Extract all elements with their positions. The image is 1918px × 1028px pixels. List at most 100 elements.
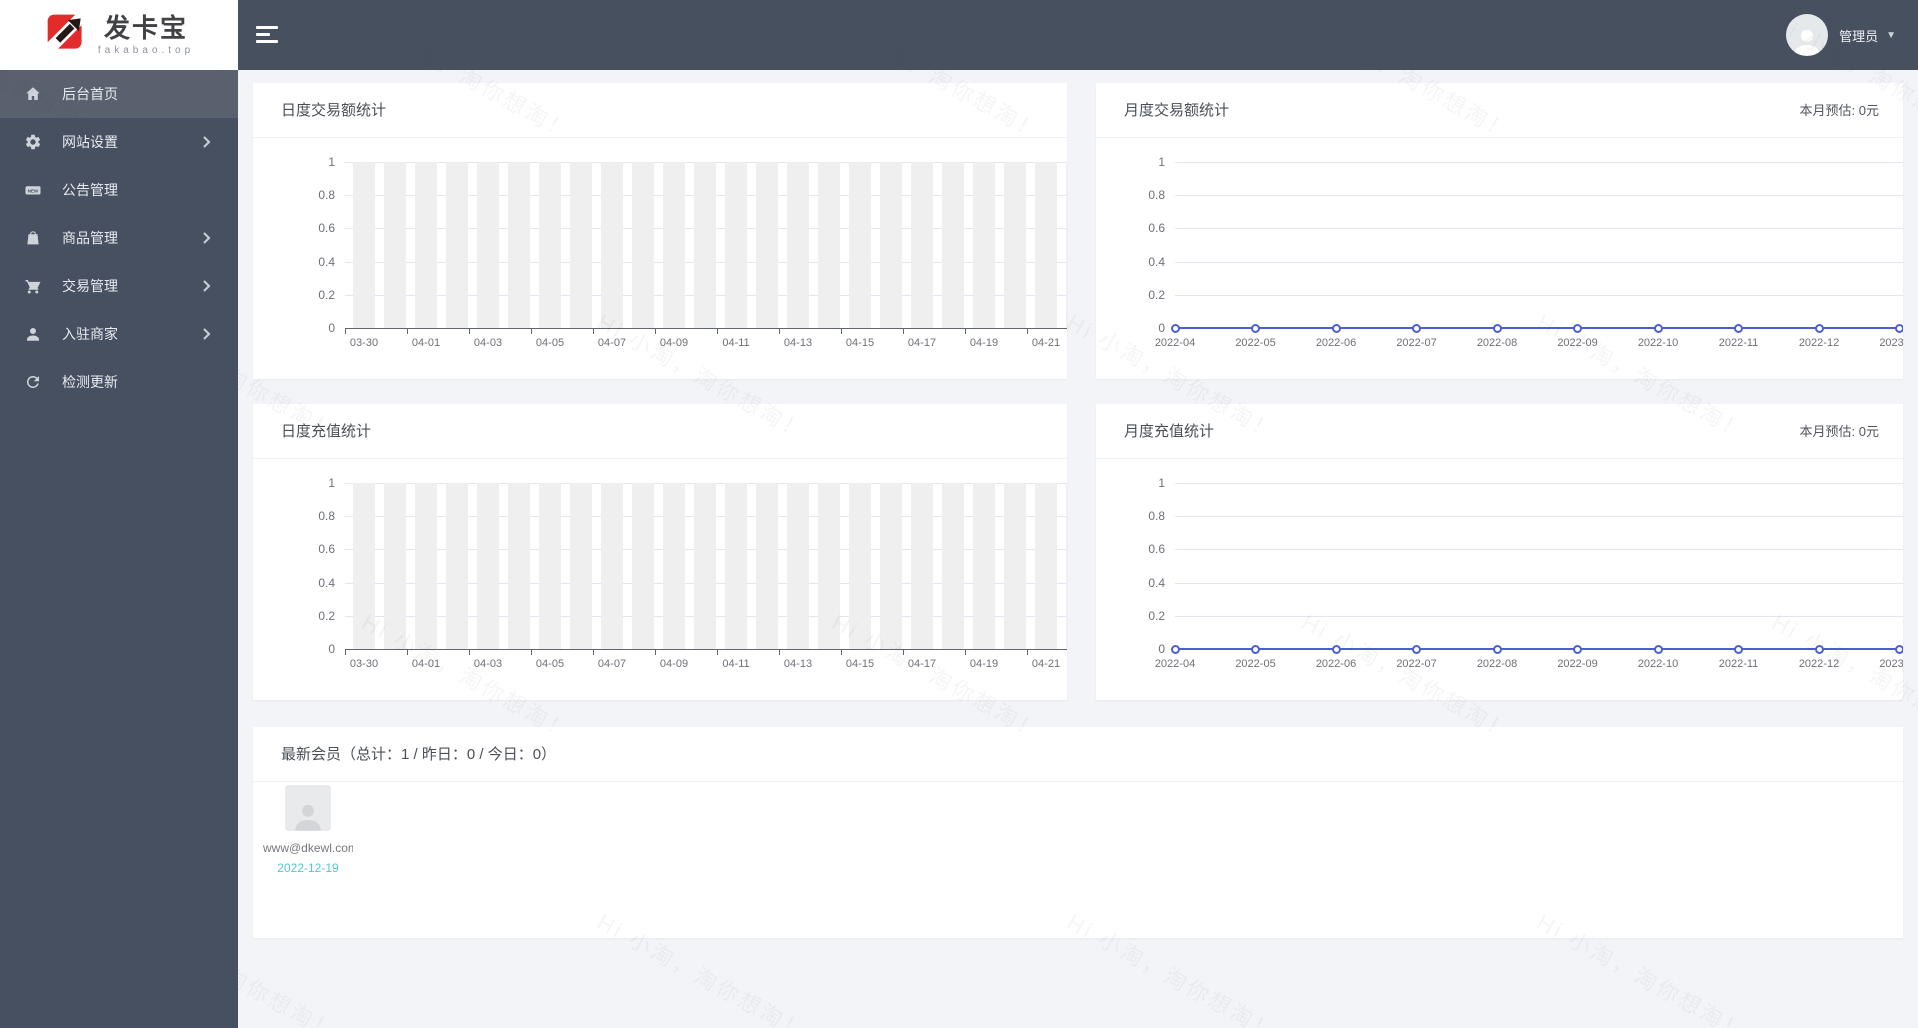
x-axis-label: 03-30 xyxy=(349,658,379,670)
x-axis-label: 04-11 xyxy=(722,337,750,349)
y-axis-label: 1 xyxy=(328,155,335,169)
x-axis-tick xyxy=(965,650,966,655)
y-axis-label: 0 xyxy=(328,642,335,656)
x-axis-label: 04-19 xyxy=(969,337,999,349)
data-point-marker xyxy=(1170,323,1180,333)
y-axis-label: 0.8 xyxy=(318,509,335,524)
new-badge-icon: NEW xyxy=(24,181,42,199)
user-menu[interactable]: 管理员 ▼ xyxy=(1786,0,1896,70)
x-axis-label: 2022-11 xyxy=(1718,337,1759,349)
x-axis-label: 04-15 xyxy=(845,337,875,349)
category-stripe xyxy=(942,162,964,328)
y-axis-label: 0.2 xyxy=(318,608,335,623)
y-axis-label: 0 xyxy=(1158,321,1165,335)
x-axis-tick xyxy=(345,329,346,334)
x-axis-tick xyxy=(655,329,656,334)
x-axis-tick xyxy=(345,650,346,655)
x-axis-tick xyxy=(593,650,594,655)
sidebar-item-0[interactable]: 后台首页 xyxy=(0,70,238,118)
x-axis-label: 04-13 xyxy=(783,337,813,349)
x-axis-label: 04-07 xyxy=(597,337,627,349)
user-name-label: 管理员 xyxy=(1839,28,1879,44)
x-axis-label: 2022-04 xyxy=(1154,658,1196,670)
data-point-marker xyxy=(1573,644,1582,654)
y-axis-label: 0.4 xyxy=(1148,575,1165,590)
grid-line xyxy=(1175,162,1903,163)
grid-line xyxy=(1175,228,1903,230)
category-stripe xyxy=(756,483,778,649)
y-axis-label: 0.6 xyxy=(318,221,335,236)
category-stripe xyxy=(911,483,933,649)
x-axis-tick xyxy=(717,650,718,655)
category-stripe xyxy=(508,483,530,649)
x-axis-label: 2022-07 xyxy=(1396,337,1437,349)
panel-monthly-trade: 月度交易额统计 本月预估: 0元 0 0.2 0.4 0.6 0.8 1 2022-04 20… xyxy=(1096,83,1903,379)
sidebar-item-3[interactable]: 商品管理 xyxy=(0,214,238,262)
line-series xyxy=(1175,327,1903,329)
x-axis-label: 04-05 xyxy=(535,658,565,670)
x-axis-label: 04-21 xyxy=(1031,658,1061,670)
svg-text:NEW: NEW xyxy=(28,188,39,193)
sidebar-toggle-icon[interactable] xyxy=(256,26,280,44)
x-axis-tick xyxy=(841,650,842,655)
person-icon xyxy=(24,325,42,343)
sidebar-item-2[interactable]: NEW 公告管理 xyxy=(0,166,238,214)
data-point-marker xyxy=(1412,323,1421,333)
sidebar-item-6[interactable]: 检测更新 xyxy=(0,358,238,406)
data-point-marker xyxy=(1653,323,1663,333)
category-stripe xyxy=(539,162,561,328)
sidebar-item-1[interactable]: 网站设置 xyxy=(0,118,238,166)
x-axis-label: 2022-09 xyxy=(1557,337,1598,349)
x-axis-tick xyxy=(1027,329,1028,334)
x-axis-label: 04-05 xyxy=(535,337,565,349)
data-point-marker xyxy=(1895,644,1903,654)
x-axis-label: 2023-01 xyxy=(1879,658,1903,670)
category-stripe xyxy=(849,162,871,328)
category-stripe xyxy=(1035,483,1057,649)
y-axis-label: 0.2 xyxy=(1148,287,1165,302)
category-stripe xyxy=(973,162,995,328)
monthly-recharge-chart: 0 0.2 0.4 0.6 0.8 1 2022-04 2022-05 2022-06 2022-… xyxy=(1096,404,1903,700)
category-stripe xyxy=(1035,162,1057,328)
x-axis-label: 2022-04 xyxy=(1154,337,1196,349)
data-point-marker xyxy=(1814,323,1824,333)
category-stripe xyxy=(911,162,933,328)
grid-line xyxy=(1175,294,1903,296)
category-stripe xyxy=(446,483,468,649)
x-axis-line xyxy=(345,328,1067,329)
top-navbar: 管理员 ▼ xyxy=(238,0,1918,70)
data-point-marker xyxy=(1331,644,1341,654)
chevron-right-icon xyxy=(202,135,212,149)
y-axis-label: 0.6 xyxy=(318,542,335,557)
daily-recharge-chart: 0 0.2 0.4 0.6 0.8 1 03-30 04-01 04-03 04-05 04-07 0… xyxy=(253,404,1067,700)
category-stripe xyxy=(1004,162,1026,328)
category-stripe xyxy=(756,162,778,328)
x-axis-tick xyxy=(655,650,656,655)
y-axis-label: 0.2 xyxy=(318,287,335,302)
member-register-date[interactable]: 2022-12-19 xyxy=(263,861,353,875)
category-stripe xyxy=(663,483,685,649)
x-axis-label: 04-03 xyxy=(473,337,503,349)
sidebar-item-label: 入驻商家 xyxy=(62,326,118,342)
x-axis-tick xyxy=(531,329,532,334)
sidebar-item-4[interactable]: 交易管理 xyxy=(0,262,238,310)
x-axis-label: 2022-06 xyxy=(1315,337,1357,349)
x-axis-tick xyxy=(841,329,842,334)
brand-name: 发卡宝 xyxy=(103,12,188,43)
cart-icon xyxy=(24,277,42,295)
brand-logo[interactable]: 发卡宝 fakabao.top xyxy=(0,0,238,70)
sidebar-item-5[interactable]: 入驻商家 xyxy=(0,310,238,358)
y-axis-label: 0.2 xyxy=(1148,608,1165,623)
y-axis-label: 1 xyxy=(1158,155,1165,169)
data-point-marker xyxy=(1895,323,1903,333)
chevron-down-icon: ▼ xyxy=(1886,29,1896,41)
x-axis-tick xyxy=(965,329,966,334)
x-axis-label: 2022-09 xyxy=(1557,658,1598,670)
category-stripe xyxy=(694,162,716,328)
x-axis-label: 2022-08 xyxy=(1476,658,1518,670)
sidebar-item-label: 后台首页 xyxy=(62,86,118,102)
data-point-marker xyxy=(1734,323,1743,333)
data-point-marker xyxy=(1573,323,1582,333)
category-stripe xyxy=(1004,483,1026,649)
x-axis-tick xyxy=(469,650,470,655)
